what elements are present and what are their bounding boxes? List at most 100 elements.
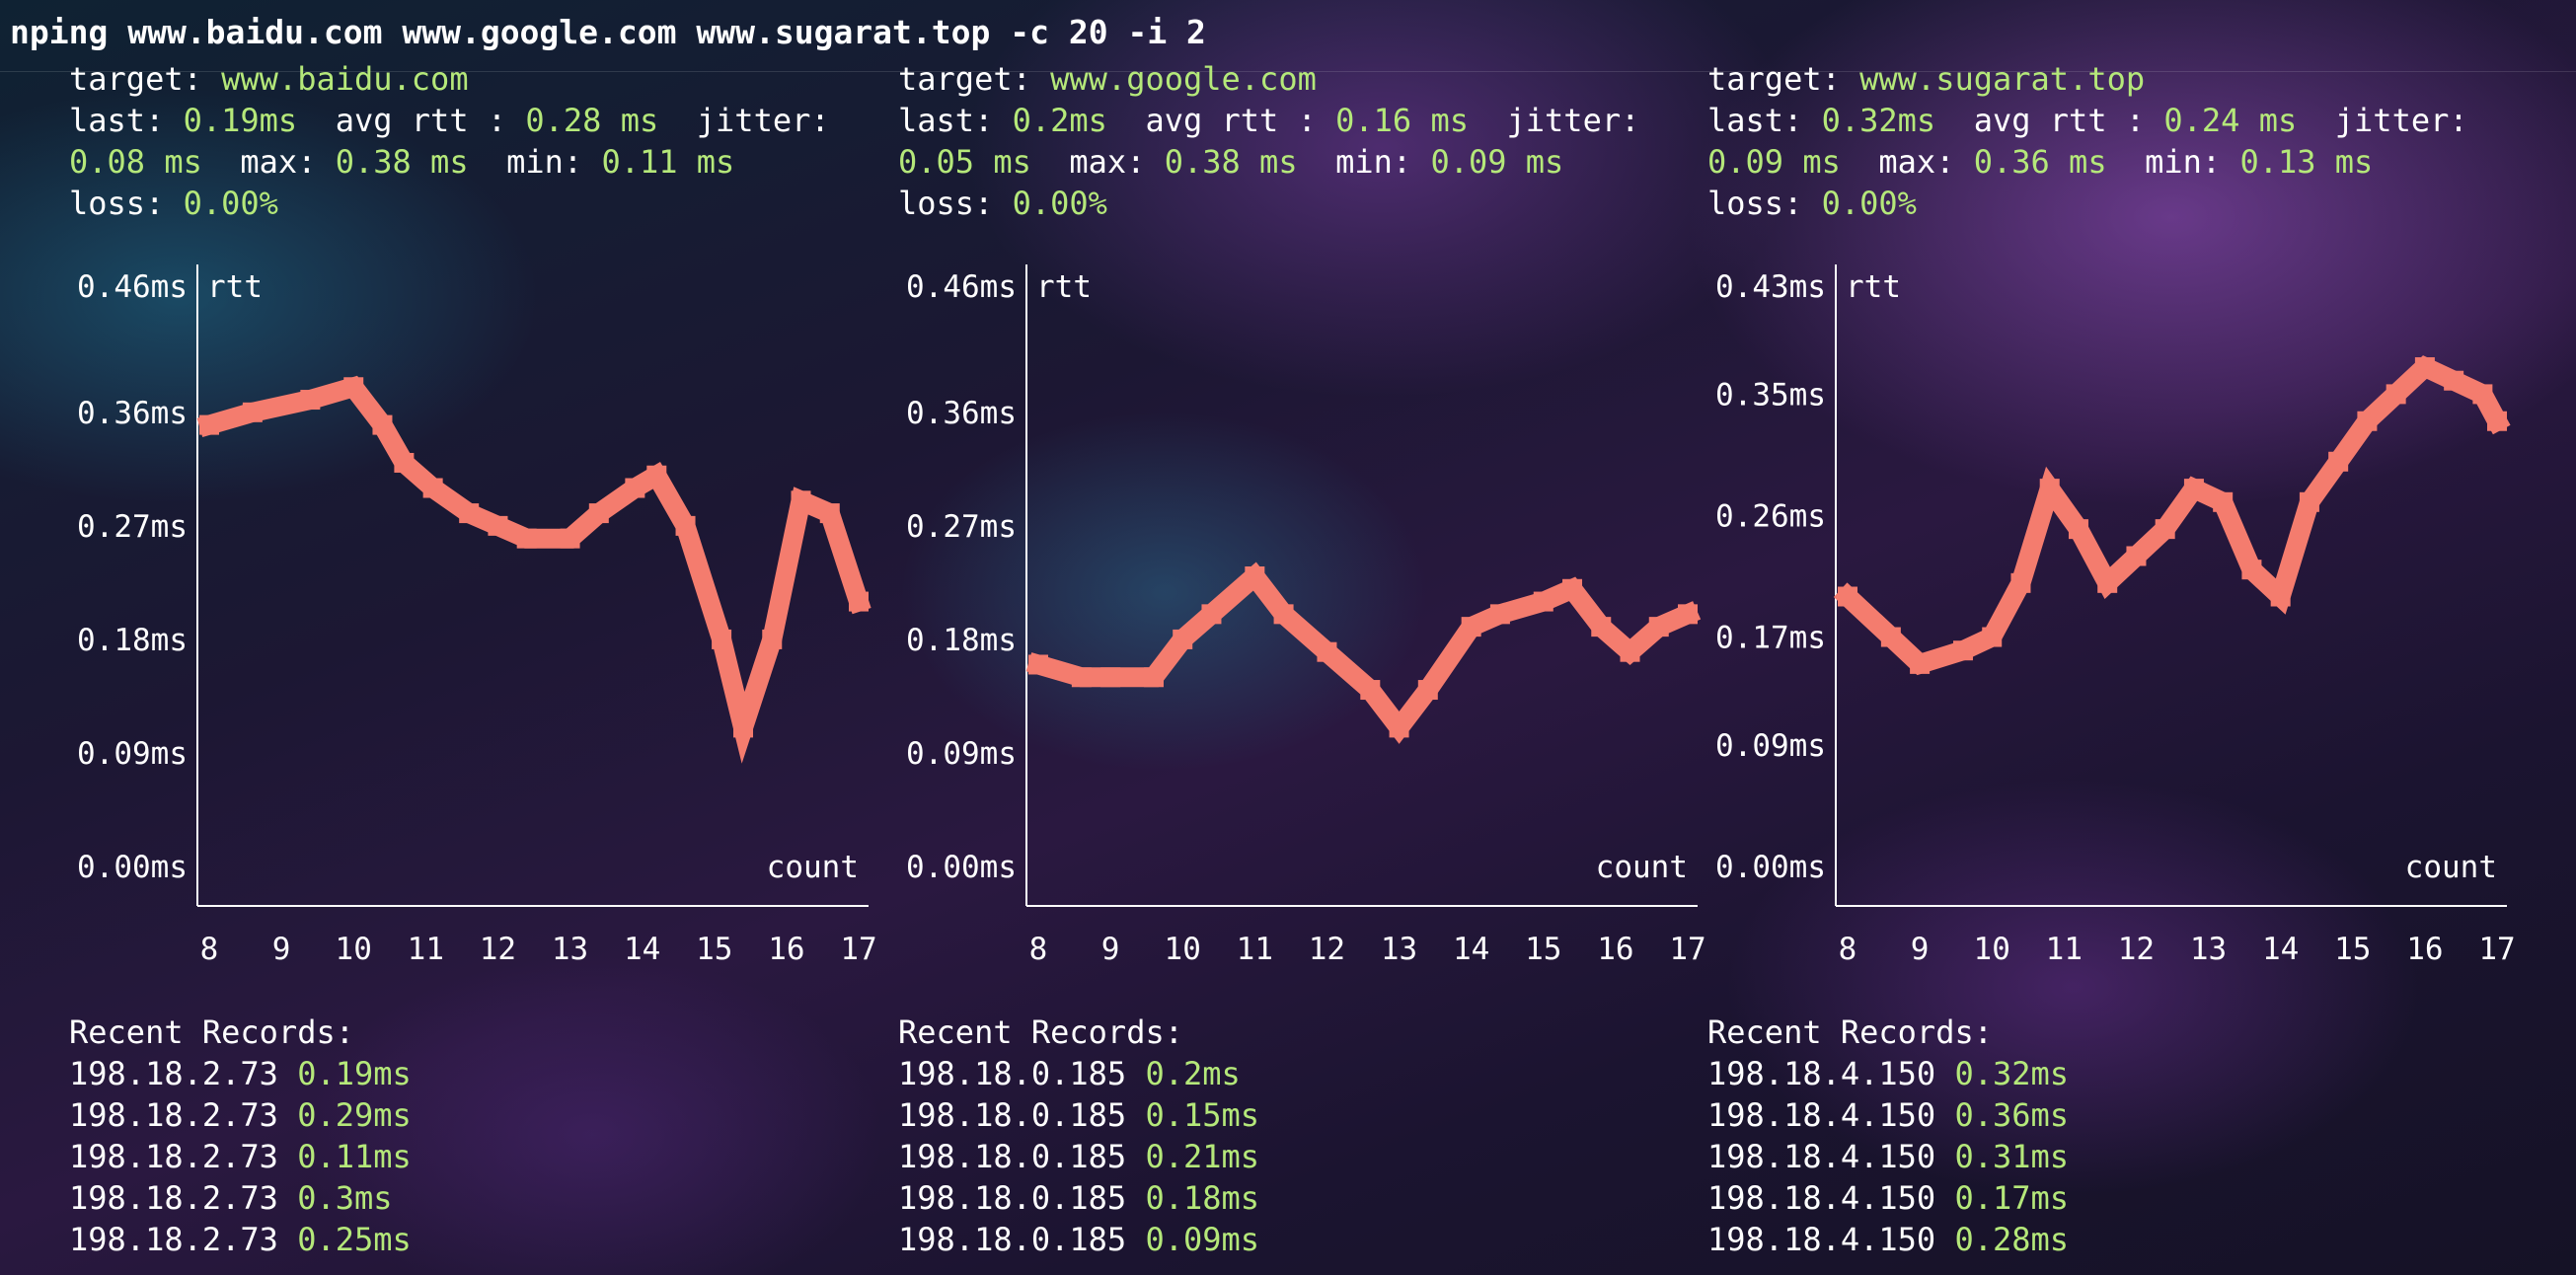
y-tick-label: 0.27ms xyxy=(77,509,188,545)
rtt-data-point xyxy=(2270,586,2291,607)
rtt-data-point xyxy=(2328,451,2349,472)
x-tick-label: 12 xyxy=(2118,932,2155,967)
record-ip: 198.18.0.185 xyxy=(898,1055,1127,1092)
record-row: 198.18.2.73 0.29ms xyxy=(69,1095,412,1135)
x-tick-label: 10 xyxy=(336,932,372,967)
recent-records-heading: Recent Records: xyxy=(1707,1013,1993,1051)
y-tick-label: 0.00ms xyxy=(906,850,1017,885)
rtt-data-point xyxy=(1143,667,1164,688)
y-axis-label: rtt xyxy=(207,269,263,305)
record-ip: 198.18.4.150 xyxy=(1707,1096,1936,1134)
rtt-data-point xyxy=(2155,519,2175,540)
rtt-data-point xyxy=(1173,629,1193,649)
rtt-data-point xyxy=(2414,357,2435,378)
ping-panel-google: target: www.google.com last: 0.2ms avg r… xyxy=(898,0,1707,1275)
y-tick-label: 0.00ms xyxy=(77,850,188,885)
rtt-data-point xyxy=(1952,640,1973,661)
rtt-data-point xyxy=(2183,479,2204,499)
rtt-data-point xyxy=(343,377,364,398)
rtt-data-point xyxy=(516,528,537,549)
x-axis-label: count xyxy=(2405,850,2497,885)
record-row: 198.18.2.73 0.25ms xyxy=(69,1220,412,1259)
rtt-chart: 0.43ms 0.35ms 0.26ms 0.17ms 0.09ms 0.00ms rtt c… xyxy=(1715,264,2516,967)
y-tick-label: 0.46ms xyxy=(906,269,1017,305)
record-row: 198.18.4.150 0.32ms xyxy=(1707,1054,2069,1093)
x-tick-label: 15 xyxy=(696,932,732,967)
rtt-data-point xyxy=(2010,572,2031,593)
record-rtt: 0.3ms xyxy=(297,1179,393,1217)
record-row: 198.18.4.150 0.31ms xyxy=(1707,1137,2069,1176)
rtt-data-point xyxy=(1273,604,1294,625)
rtt-chart: 0.46ms 0.36ms 0.27ms 0.18ms 0.09ms 0.00ms rtt c… xyxy=(77,264,877,967)
record-row: 198.18.0.185 0.15ms xyxy=(898,1095,1259,1135)
record-ip: 198.18.0.185 xyxy=(898,1096,1127,1134)
record-row: 198.18.0.185 0.18ms xyxy=(898,1178,1259,1218)
rtt-data-point xyxy=(2068,519,2088,540)
x-tick-label: 17 xyxy=(1669,932,1705,967)
record-rtt: 0.36ms xyxy=(1954,1096,2070,1134)
record-rtt: 0.32ms xyxy=(1954,1055,2070,1092)
rtt-data-point xyxy=(1201,604,1222,625)
rtt-data-point xyxy=(849,591,869,612)
rtt-data-point xyxy=(1678,604,1698,625)
x-tick-label: 15 xyxy=(1525,932,1561,967)
record-ip: 198.18.0.185 xyxy=(898,1221,1127,1258)
rtt-data-point xyxy=(1389,717,1409,738)
rtt-data-point xyxy=(199,414,219,435)
rtt-data-point xyxy=(1071,667,1092,688)
rtt-data-point xyxy=(1461,617,1481,638)
record-rtt: 0.21ms xyxy=(1145,1138,1260,1175)
x-tick-label: 17 xyxy=(2478,932,2515,967)
x-tick-label: 12 xyxy=(1309,932,1345,967)
record-ip: 198.18.4.150 xyxy=(1707,1179,1936,1217)
x-tick-label: 13 xyxy=(1381,932,1417,967)
x-tick-label: 14 xyxy=(1453,932,1489,967)
rtt-data-point xyxy=(2097,572,2118,593)
rtt-data-point xyxy=(300,390,321,411)
y-tick-label: 0.26ms xyxy=(1715,498,1826,534)
rtt-series-line xyxy=(1833,355,2511,676)
rtt-data-point xyxy=(1100,667,1121,688)
rtt-data-point xyxy=(1245,566,1265,586)
y-tick-label: 0.27ms xyxy=(906,509,1017,545)
record-ip: 198.18.2.73 xyxy=(69,1179,278,1217)
rtt-data-point xyxy=(422,478,443,498)
rtt-data-point xyxy=(625,478,645,498)
x-tick-label: 9 xyxy=(1911,932,1930,967)
x-axis-label: count xyxy=(767,850,859,885)
x-tick-label: 13 xyxy=(2190,932,2227,967)
rtt-data-point xyxy=(1533,591,1553,612)
rtt-data-point xyxy=(372,414,393,435)
y-tick-label: 0.35ms xyxy=(1715,377,1826,412)
record-rtt: 0.19ms xyxy=(297,1055,412,1092)
x-tick-label: 14 xyxy=(2262,932,2299,967)
rtt-data-point xyxy=(712,629,732,649)
rtt-data-point xyxy=(1417,680,1438,701)
rtt-data-point xyxy=(819,503,840,524)
rtt-data-point xyxy=(2487,411,2507,431)
rtt-data-point xyxy=(1620,641,1640,662)
rtt-data-point xyxy=(1648,617,1669,638)
y-tick-label: 0.09ms xyxy=(1715,728,1826,764)
rtt-data-point xyxy=(1910,653,1931,674)
record-rtt: 0.29ms xyxy=(297,1096,412,1134)
rtt-data-point xyxy=(2444,370,2464,391)
record-ip: 198.18.2.73 xyxy=(69,1221,278,1258)
x-tick-label: 16 xyxy=(768,932,804,967)
record-ip: 198.18.2.73 xyxy=(69,1096,278,1134)
y-tick-label: 0.18ms xyxy=(906,623,1017,658)
record-rtt: 0.15ms xyxy=(1145,1096,1260,1134)
rtt-data-point xyxy=(2357,411,2378,431)
rtt-data-point xyxy=(459,503,480,524)
rtt-data-point xyxy=(1360,680,1381,701)
record-rtt: 0.09ms xyxy=(1145,1221,1260,1258)
rtt-data-point xyxy=(560,528,580,549)
rtt-data-point xyxy=(1982,627,2003,647)
record-ip: 198.18.4.150 xyxy=(1707,1055,1936,1092)
x-tick-label: 15 xyxy=(2334,932,2371,967)
rtt-data-point xyxy=(394,452,415,473)
rtt-data-point xyxy=(588,503,609,524)
record-rtt: 0.2ms xyxy=(1145,1055,1241,1092)
x-tick-label: 8 xyxy=(1029,932,1048,967)
x-tick-label: 14 xyxy=(624,932,660,967)
